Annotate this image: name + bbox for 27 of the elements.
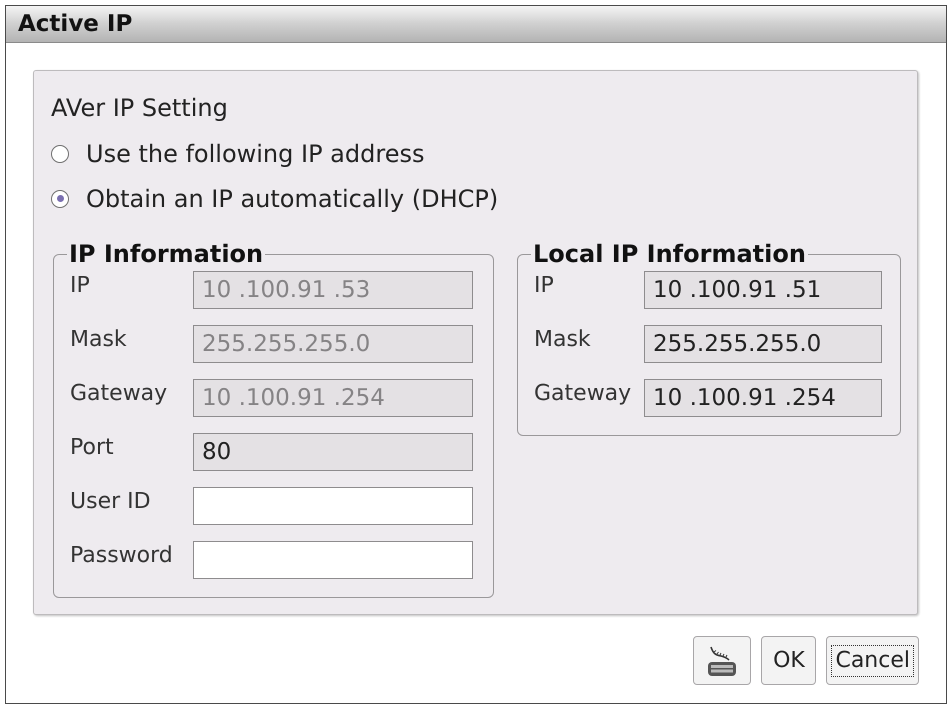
radio-label: Use the following IP address bbox=[86, 138, 424, 168]
window-title: Active IP bbox=[18, 10, 132, 39]
field-label: IP bbox=[534, 272, 555, 300]
cancel-button[interactable]: Cancel bbox=[826, 636, 919, 685]
keyboard-icon bbox=[707, 644, 738, 676]
field-label: IP bbox=[70, 272, 91, 300]
group-title: Local IP Information bbox=[532, 240, 807, 268]
field-label: Mask bbox=[70, 326, 128, 354]
field-label: Mask bbox=[534, 326, 592, 354]
field-label: User ID bbox=[70, 488, 152, 516]
radio-button[interactable] bbox=[51, 144, 69, 162]
group-title: IP Information bbox=[68, 240, 264, 268]
keyboard-button[interactable] bbox=[693, 636, 752, 685]
text-field[interactable] bbox=[193, 487, 473, 525]
text-field[interactable]: 80 bbox=[193, 433, 473, 471]
text-field[interactable]: 10 .100.91 .254 bbox=[644, 379, 882, 417]
radio-button[interactable] bbox=[51, 190, 69, 208]
field-label: Password bbox=[70, 542, 174, 570]
field-label: Gateway bbox=[70, 380, 168, 408]
text-field[interactable]: 255.255.255.0 bbox=[644, 325, 882, 363]
field-label: Port bbox=[70, 434, 115, 462]
section-title: AVer IP Setting bbox=[51, 93, 228, 123]
ok-button[interactable]: OK bbox=[761, 636, 816, 685]
radio-label: Obtain an IP automatically (DHCP) bbox=[86, 184, 498, 214]
field-label: Gateway bbox=[534, 380, 632, 408]
text-field[interactable] bbox=[193, 541, 473, 579]
text-field[interactable]: 10 .100.91 .51 bbox=[644, 271, 882, 309]
